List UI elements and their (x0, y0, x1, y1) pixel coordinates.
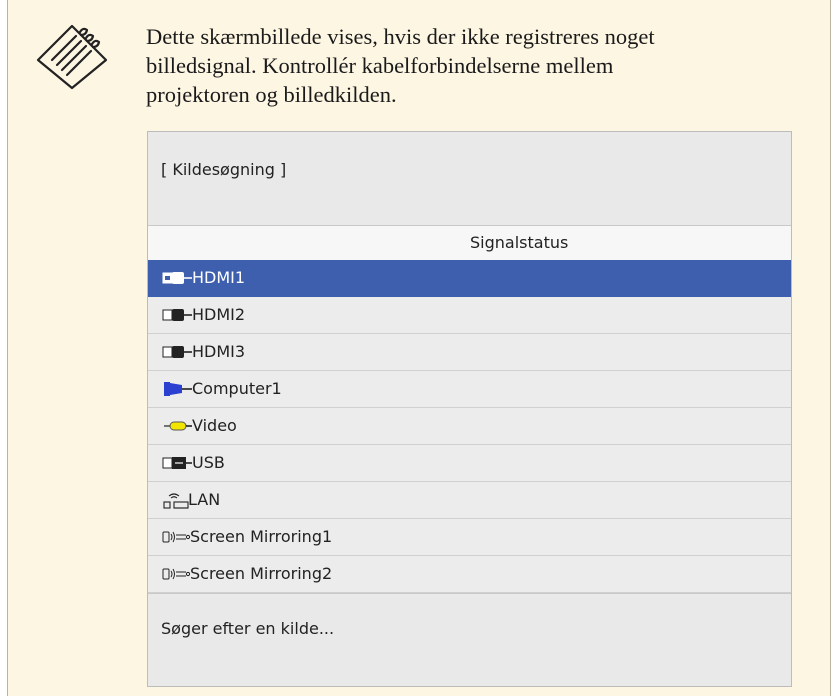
signal-status-header: Signalstatus (148, 225, 791, 261)
source-label: HDMI1 (192, 268, 246, 287)
note-text-line: Dette skærmbillede vises, hvis der ikke … (146, 24, 655, 49)
source-item-hdmi1[interactable]: HDMI1 (148, 260, 791, 297)
status-text: Søger efter en kilde... (161, 619, 335, 638)
signal-status-label: Signalstatus (470, 233, 569, 252)
source-label: Screen Mirroring1 (190, 527, 333, 546)
note-box: Dette skærmbillede vises, hvis der ikke … (7, 0, 831, 696)
source-item-screen-mirroring1[interactable]: Screen Mirroring1 (148, 519, 791, 556)
source-item-usb[interactable]: USB (148, 445, 791, 482)
status-bar: Søger efter en kilde... (148, 593, 791, 686)
note-text-line: billedsignal. Kontrollér kabelforbindels… (146, 53, 614, 78)
note-text: Dette skærmbillede vises, hvis der ikke … (146, 22, 746, 109)
source-label: LAN (188, 490, 221, 509)
source-item-computer1[interactable]: Computer1 (148, 371, 791, 408)
source-item-video[interactable]: Video (148, 408, 791, 445)
source-list: HDMI1 HDMI2 HDMI3 Computer1 Video USB LA… (148, 260, 791, 593)
source-label: Screen Mirroring2 (190, 564, 333, 583)
source-label: Computer1 (192, 379, 282, 398)
source-label: Video (192, 416, 237, 435)
source-search-dialog: [ Kildesøgning ] Signalstatus HDMI1 HDMI… (147, 131, 792, 687)
source-item-lan[interactable]: LAN (148, 482, 791, 519)
note-text-line: projektoren og billedkilden. (146, 82, 397, 107)
note-pencil-icon (36, 24, 108, 90)
source-item-hdmi2[interactable]: HDMI2 (148, 297, 791, 334)
dialog-title: [ Kildesøgning ] (161, 160, 287, 179)
source-item-screen-mirroring2[interactable]: Screen Mirroring2 (148, 556, 791, 593)
source-label: HDMI2 (192, 305, 246, 324)
source-label: HDMI3 (192, 342, 246, 361)
source-item-hdmi3[interactable]: HDMI3 (148, 334, 791, 371)
source-label: USB (192, 453, 225, 472)
